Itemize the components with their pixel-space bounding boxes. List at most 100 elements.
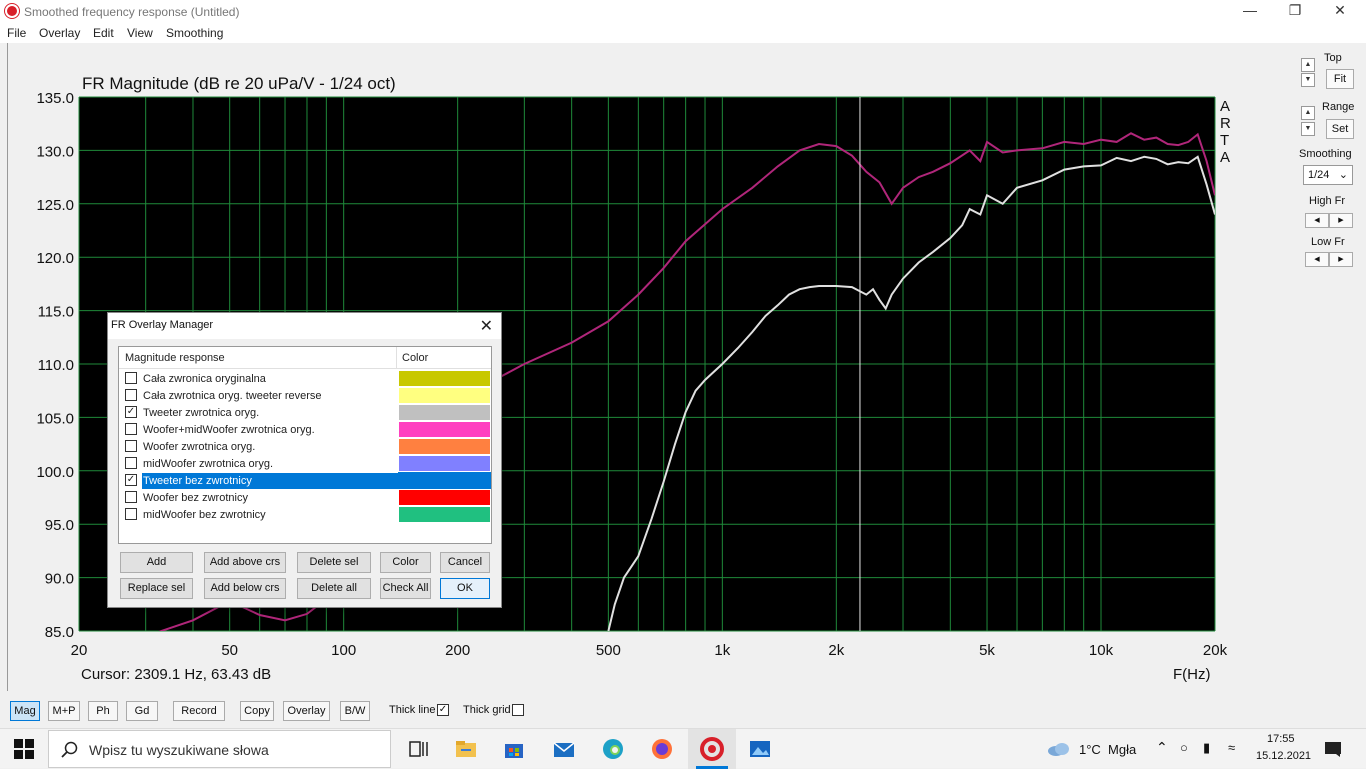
network-icon[interactable]: ○ xyxy=(1180,740,1188,755)
row-checkbox[interactable]: ✓ xyxy=(125,406,137,418)
thick-grid-checkbox[interactable] xyxy=(512,704,524,716)
list-item[interactable]: Cała zwrotnica oryg. tweeter reverse xyxy=(119,387,491,404)
fit-button[interactable]: Fit xyxy=(1326,69,1354,89)
arta-taskbar-item[interactable] xyxy=(688,729,736,769)
phase-button[interactable]: Ph xyxy=(88,701,118,721)
row-color-swatch[interactable] xyxy=(399,439,490,454)
menu-smoothing[interactable]: Smoothing xyxy=(166,26,223,40)
photos-icon[interactable] xyxy=(748,737,772,761)
notifications-icon[interactable] xyxy=(1324,740,1342,758)
list-item[interactable]: ✓ Tweeter bez zwrotnicy xyxy=(119,472,491,489)
x-tick-label: 1k xyxy=(714,642,730,659)
set-button[interactable]: Set xyxy=(1326,119,1354,139)
group-delay-button[interactable]: Gd xyxy=(126,701,158,721)
mail-icon[interactable] xyxy=(552,737,576,761)
add-button[interactable]: Add xyxy=(120,552,193,573)
list-item[interactable]: midWoofer bez zwrotnicy xyxy=(119,506,491,523)
row-checkbox[interactable] xyxy=(125,457,137,469)
row-color-swatch[interactable] xyxy=(399,456,490,471)
taskbar-search[interactable]: Wpisz tu wyszukiwane słowa xyxy=(48,730,391,768)
overlay-list[interactable]: Magnitude response Color Cała zwronica o… xyxy=(118,346,492,544)
high-fr-right-button[interactable]: ▶ xyxy=(1329,213,1353,228)
menu-overlay[interactable]: Overlay xyxy=(39,26,80,40)
replace-selected-button[interactable]: Replace sel xyxy=(120,578,193,599)
mag-phase-button[interactable]: M+P xyxy=(48,701,80,721)
menu-view[interactable]: View xyxy=(127,26,153,40)
firefox-icon[interactable] xyxy=(650,737,674,761)
row-color-swatch[interactable] xyxy=(399,473,490,488)
chevron-up-icon[interactable]: ⌃ xyxy=(1156,739,1168,756)
low-fr-left-button[interactable]: ◀ xyxy=(1305,252,1329,267)
store-icon[interactable] xyxy=(502,737,526,761)
app-icon[interactable] xyxy=(5,4,19,18)
add-below-cursor-button[interactable]: Add below crs xyxy=(204,578,286,599)
top-down-arrow[interactable]: ▼ xyxy=(1301,73,1315,87)
high-fr-left-button[interactable]: ◀ xyxy=(1305,213,1329,228)
overlay-button[interactable]: Overlay xyxy=(283,701,330,721)
close-button[interactable]: ✕ xyxy=(1320,2,1360,19)
cancel-button[interactable]: Cancel xyxy=(440,552,490,573)
top-label: Top xyxy=(1324,52,1342,64)
y-tick-label: 95.0 xyxy=(45,517,74,534)
menu-edit[interactable]: Edit xyxy=(93,26,114,40)
windows-start-icon[interactable] xyxy=(14,739,34,759)
close-icon[interactable]: ✕ xyxy=(480,316,493,336)
row-color-swatch[interactable] xyxy=(399,371,490,386)
list-item[interactable]: Cała zwronica oryginalna xyxy=(119,370,491,387)
thick-line-checkbox[interactable]: ✓ xyxy=(437,704,449,716)
delete-all-button[interactable]: Delete all xyxy=(297,578,371,599)
search-placeholder: Wpisz tu wyszukiwane słowa xyxy=(89,742,269,758)
range-down-arrow[interactable]: ▼ xyxy=(1301,122,1315,136)
mag-button[interactable]: Mag xyxy=(10,701,40,721)
task-view-icon[interactable] xyxy=(407,737,431,761)
smoothing-select[interactable]: 1/24 ⌄ xyxy=(1303,165,1353,185)
row-checkbox[interactable] xyxy=(125,508,137,520)
x-tick-label: 2k xyxy=(828,642,844,659)
check-all-button[interactable]: Check All xyxy=(380,578,431,599)
range-up-arrow[interactable]: ▲ xyxy=(1301,106,1315,120)
dialog-title: FR Overlay Manager xyxy=(111,319,214,331)
y-tick-label: 120.0 xyxy=(36,250,74,267)
row-checkbox[interactable] xyxy=(125,389,137,401)
battery-icon[interactable]: ▮ xyxy=(1203,740,1210,756)
row-color-swatch[interactable] xyxy=(399,388,490,403)
add-above-cursor-button[interactable]: Add above crs xyxy=(204,552,286,573)
row-color-swatch[interactable] xyxy=(399,490,490,505)
row-name: Cała zwrotnica oryg. tweeter reverse xyxy=(143,390,322,402)
clock-time[interactable]: 17:55 xyxy=(1267,733,1295,745)
restore-button[interactable]: ❐ xyxy=(1275,2,1315,19)
arta-side-label: ARTA xyxy=(1220,98,1231,166)
bw-button[interactable]: B/W xyxy=(340,701,370,721)
copy-button[interactable]: Copy xyxy=(240,701,274,721)
record-button[interactable]: Record xyxy=(173,701,225,721)
list-item[interactable]: Woofer bez zwrotnicy xyxy=(119,489,491,506)
list-item[interactable]: ✓ Tweeter zwrotnica oryg. xyxy=(119,404,491,421)
row-checkbox[interactable]: ✓ xyxy=(125,474,137,486)
row-checkbox[interactable] xyxy=(125,491,137,503)
column-magnitude-response[interactable]: Magnitude response xyxy=(125,352,225,364)
color-button[interactable]: Color xyxy=(380,552,431,573)
menu-file[interactable]: File xyxy=(7,26,26,40)
row-color-swatch[interactable] xyxy=(399,405,490,420)
list-item[interactable]: midWoofer zwrotnica oryg. xyxy=(119,455,491,472)
row-color-swatch[interactable] xyxy=(399,422,490,437)
row-checkbox[interactable] xyxy=(125,440,137,452)
low-fr-right-button[interactable]: ▶ xyxy=(1329,252,1353,267)
row-checkbox[interactable] xyxy=(125,372,137,384)
minimize-button[interactable]: — xyxy=(1230,2,1270,18)
clock-date[interactable]: 15.12.2021 xyxy=(1256,750,1311,762)
delete-selected-button[interactable]: Delete sel xyxy=(297,552,371,573)
list-item[interactable]: Woofer+midWoofer zwrotnica oryg. xyxy=(119,421,491,438)
x-tick-label: 20k xyxy=(1203,642,1228,659)
ok-button[interactable]: OK xyxy=(440,578,490,599)
edge-browser-icon[interactable] xyxy=(601,737,625,761)
list-header: Magnitude response Color xyxy=(119,347,491,369)
list-item[interactable]: Woofer zwrotnica oryg. xyxy=(119,438,491,455)
file-explorer-icon[interactable] xyxy=(454,737,478,761)
wifi-icon[interactable]: ≈ xyxy=(1228,740,1235,755)
weather-text[interactable]: 1°C Mgła xyxy=(1079,742,1136,757)
column-color[interactable]: Color xyxy=(402,352,428,364)
row-color-swatch[interactable] xyxy=(399,507,490,522)
top-up-arrow[interactable]: ▲ xyxy=(1301,58,1315,72)
row-checkbox[interactable] xyxy=(125,423,137,435)
